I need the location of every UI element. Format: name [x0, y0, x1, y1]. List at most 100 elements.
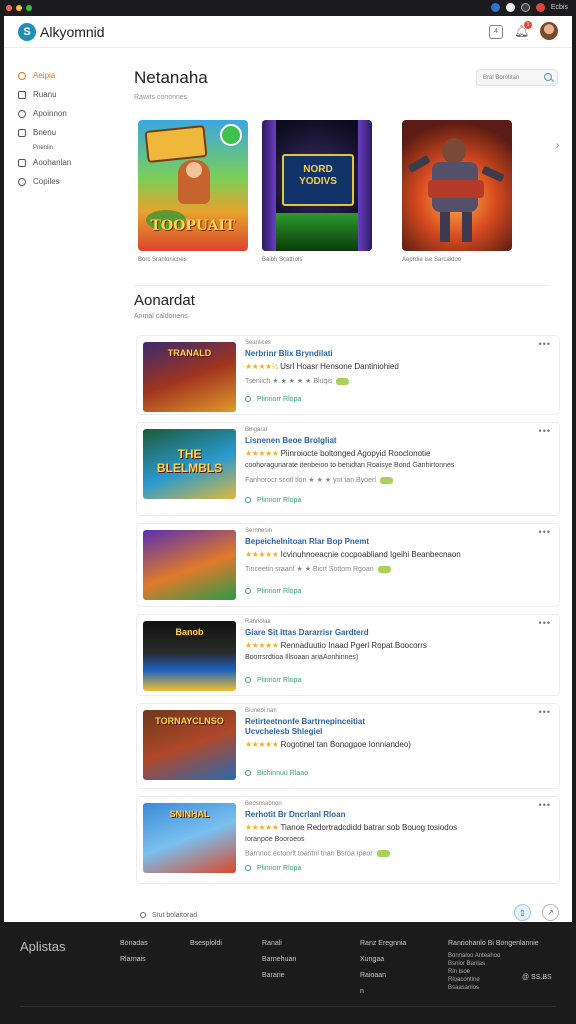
sidebar-item[interactable]: Copiles: [18, 172, 118, 191]
feedback-link[interactable]: Stut bolaitorad: [140, 912, 197, 919]
game-title[interactable]: Bepeichelnitoan Rlar Bop Pnemt: [245, 537, 369, 546]
extension-icon[interactable]: [490, 3, 500, 12]
play-link[interactable]: Plinriorr Rlopa: [245, 865, 301, 872]
featured-card[interactable]: Aeprdie Ise Sarcaldoo: [402, 120, 512, 263]
featured-art-title: TOOPUAIT: [150, 218, 236, 234]
more-options-icon[interactable]: •••: [539, 426, 551, 436]
game-title[interactable]: Lisnenen Beoe Brolgliat: [245, 436, 337, 445]
game-thumbnail[interactable]: TORNAYCLNSO: [143, 710, 236, 780]
play-link[interactable]: Plinriorr Rlopa: [245, 396, 301, 403]
footer-link[interactable]: Bonnaloo Anteahoo: [448, 953, 500, 959]
sidebar-item[interactable]: Pnenlin: [18, 142, 118, 153]
copy-icon[interactable]: ▯: [514, 904, 531, 921]
profile-icon[interactable]: [535, 3, 545, 12]
sidebar-item[interactable]: Apoinnon: [18, 104, 118, 123]
rating-row: ★★★★½ Usrl Hoasr Hensone Dantiniohied: [245, 362, 399, 371]
description-line: Boorrsrdtioa Illsoaan ariaAonhinnes): [245, 654, 359, 661]
sidebar-item[interactable]: Aoohanlan: [18, 153, 118, 172]
game-thumbnail[interactable]: THE BLELMBLS: [143, 429, 236, 499]
game-thumbnail[interactable]: TRANALD: [143, 342, 236, 412]
close-window-icon[interactable]: [6, 5, 12, 11]
footer-link[interactable]: Rloacontlne: [448, 977, 500, 983]
game-title[interactable]: Nerbrinr Blix Bryndilati: [245, 349, 333, 358]
app-name[interactable]: Alkyomnid: [40, 24, 105, 40]
more-options-icon[interactable]: •••: [539, 800, 551, 810]
footer-link[interactable]: Bonadas: [120, 940, 148, 947]
avatar[interactable]: [540, 22, 558, 40]
tab-icon[interactable]: [505, 3, 515, 12]
bookmark-icon: [18, 109, 26, 118]
more-options-icon[interactable]: •••: [539, 707, 551, 717]
thumbnail-art-text: TORNAYCLNSO: [155, 716, 224, 726]
tag-icon: [18, 158, 26, 167]
game-meta: Tseniich ★ ★ ★ ★ ★ Bluqis: [245, 377, 350, 385]
game-title[interactable]: Retirteetnonfe Bartrnepinceitiat: [245, 717, 365, 726]
rating-text: Usrl Hoasr Hensone Dantiniohied: [280, 362, 399, 371]
featured-card[interactable]: TOOPUAIT Borc Sranlonicnes: [138, 120, 248, 263]
rating-text: Icvinuhnoeacnie cocpoabliand Igeihi Bean…: [280, 550, 461, 559]
social-links[interactable]: @ SS.BS: [522, 974, 552, 981]
play-icon: [245, 677, 251, 684]
logo-icon[interactable]: S: [18, 23, 36, 41]
meta-text: Barnnoc ectoorlt toantnl tnan Bsroa Ipeo…: [245, 850, 373, 858]
rating-row: ★★★★★ Rennaduutio Inaad Pgerl Ropat Booc…: [245, 641, 427, 650]
play-label: Plinriorr Rlopa: [257, 497, 302, 504]
star-rating: ★★★★★: [245, 641, 279, 650]
game-card[interactable]: TRANALD Seanlices Nerbrinr Blix Bryndilati…: [136, 335, 560, 415]
tablet-icon[interactable]: 4: [489, 25, 503, 39]
featured-game-art[interactable]: NORD YODIVS: [262, 120, 372, 251]
game-thumbnail[interactable]: Banob: [143, 621, 236, 691]
footer-link[interactable]: Bsnlor Banlas: [448, 961, 500, 967]
game-subtitle[interactable]: Ucvchelesb Shlegiel: [245, 727, 322, 736]
footer-logo[interactable]: Aplistas: [20, 939, 66, 954]
footer-link[interactable]: Bararie: [262, 972, 296, 979]
thumbnail-art-text: SNINHAL: [169, 809, 210, 819]
game-thumbnail[interactable]: SNINHAL: [143, 803, 236, 873]
more-options-icon[interactable]: •••: [539, 527, 551, 537]
more-options-icon[interactable]: •••: [539, 618, 551, 628]
meta-text: Tseniich ★ ★ ★ ★ ★ Bluqis: [245, 378, 333, 385]
maximize-window-icon[interactable]: [26, 5, 32, 11]
footer-link[interactable]: Xungaa: [360, 956, 406, 963]
game-card[interactable]: TORNAYCLNSO Biunebi nan Retirteetnonfe Bar…: [136, 703, 560, 789]
browser-label: Ecbis: [550, 4, 568, 11]
featured-caption: Aeprdie Ise Sarcaldoo: [402, 257, 462, 263]
game-card[interactable]: SNINHAL Beosnsabnon Rerhotit Br Dncrlanl R…: [136, 796, 560, 884]
minimize-window-icon[interactable]: [16, 5, 22, 11]
search-icon[interactable]: [544, 73, 552, 81]
featured-game-art[interactable]: [402, 120, 512, 251]
game-card[interactable]: Banob Ranriolaa Giare Sit Ittas Dararrisr …: [136, 614, 560, 696]
footer-link[interactable]: Ranriohanlo Bi Bongenlannie: [448, 940, 539, 947]
search-input[interactable]: Bral Borotitan: [476, 69, 558, 86]
tag-pill: [377, 565, 391, 573]
featured-game-art[interactable]: TOOPUAIT: [138, 120, 248, 251]
footer-link[interactable]: Ranz Eregnnia: [360, 940, 406, 947]
chevron-right-icon[interactable]: ›: [556, 140, 559, 151]
sidebar-item[interactable]: Bnenu: [18, 123, 118, 142]
play-link[interactable]: Plinriorr Rlopa: [245, 588, 301, 595]
footer-link[interactable]: Raioaan: [360, 972, 406, 979]
game-card[interactable]: Sernnesin Bepeichelnitoan Rlar Bop Pnemt ★…: [136, 523, 560, 607]
footer-link[interactable]: Rln Isoe: [448, 969, 500, 975]
footer-link[interactable]: Bsesploldi: [190, 940, 222, 947]
game-card[interactable]: THE BLELMBLS Bingarar Lisnenen Beoe Brolgl…: [136, 422, 560, 516]
thumbnail-art-text: TRANALD: [167, 348, 212, 358]
game-title[interactable]: Giare Sit Ittas Dararrisr Gardterd: [245, 628, 369, 637]
featured-card[interactable]: NORD YODIVS Baibh Scattrols: [262, 120, 372, 263]
footer-link[interactable]: Rlarnais: [120, 956, 148, 963]
play-link[interactable]: Plinriorr Rlopa: [245, 497, 301, 504]
more-options-icon[interactable]: •••: [539, 339, 551, 349]
meta-text: Fanhorocr scotl tlon ★ ★ ★ yot tan Byoer…: [245, 477, 376, 484]
play-link[interactable]: Bichinnuu Rlaao: [245, 770, 308, 777]
footer-link[interactable]: n: [360, 988, 406, 995]
share-icon[interactable]: [520, 3, 530, 12]
game-title[interactable]: Rerhotit Br Dncrlanl Rloan: [245, 810, 345, 819]
play-link[interactable]: Plinriorr Rlopa: [245, 677, 301, 684]
footer-link[interactable]: Barnehuan: [262, 956, 296, 963]
sidebar-item[interactable]: Aeipia: [18, 66, 118, 85]
sidebar-item[interactable]: Ruanu: [18, 85, 118, 104]
footer-link[interactable]: Bsaasanlos: [448, 985, 500, 991]
game-thumbnail[interactable]: [143, 530, 236, 600]
footer-link[interactable]: Ranali: [262, 940, 296, 947]
share-icon[interactable]: ↗: [542, 904, 559, 921]
